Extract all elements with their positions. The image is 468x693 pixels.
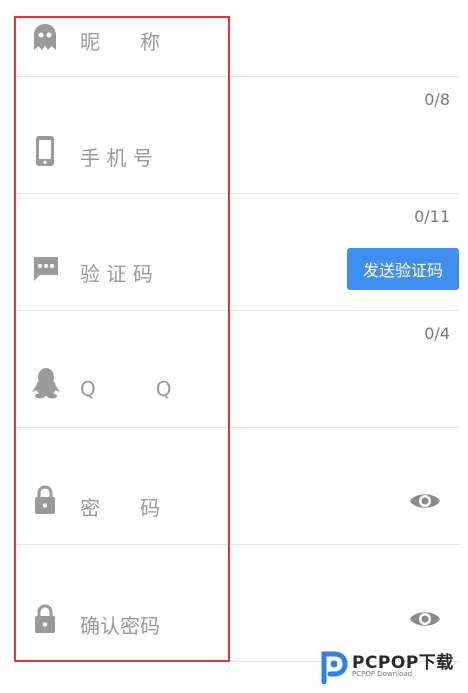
verify-code-label: 验 证 码 [80,262,153,286]
penguin-icon [32,367,60,399]
eye-icon[interactable] [409,490,441,512]
ghost-icon [32,22,58,52]
password-row[interactable]: 密 码 [0,428,460,544]
confirm-password-label: 确认密码 [80,614,160,638]
nickname-row[interactable]: 昵 称 [0,0,460,76]
watermark-sub: PCPOP Download [352,670,413,678]
lock-icon [32,603,58,633]
qq-counter: 0/4 [424,324,450,343]
message-icon [32,255,58,285]
password-label: 密 码 [80,496,160,520]
phone-label: 手 机 号 [80,146,153,170]
phone-row[interactable]: 0/8 手 机 号 [0,77,460,193]
qq-row[interactable]: 0/4 Q Q [0,311,460,427]
phone-icon [32,135,58,166]
watermark-logo-icon [316,648,348,688]
send-code-button[interactable]: 发送验证码 [347,248,459,290]
phone-counter: 0/8 [424,90,450,109]
qq-label: Q Q [80,377,172,401]
eye-icon[interactable] [409,608,441,630]
verify-code-counter: 0/11 [414,207,450,226]
watermark: PCPOP下载 PCPOP Download [316,646,464,688]
nickname-label: 昵 称 [80,30,160,54]
lock-icon [32,484,58,514]
confirm-password-row[interactable]: 确认密码 [0,545,460,661]
